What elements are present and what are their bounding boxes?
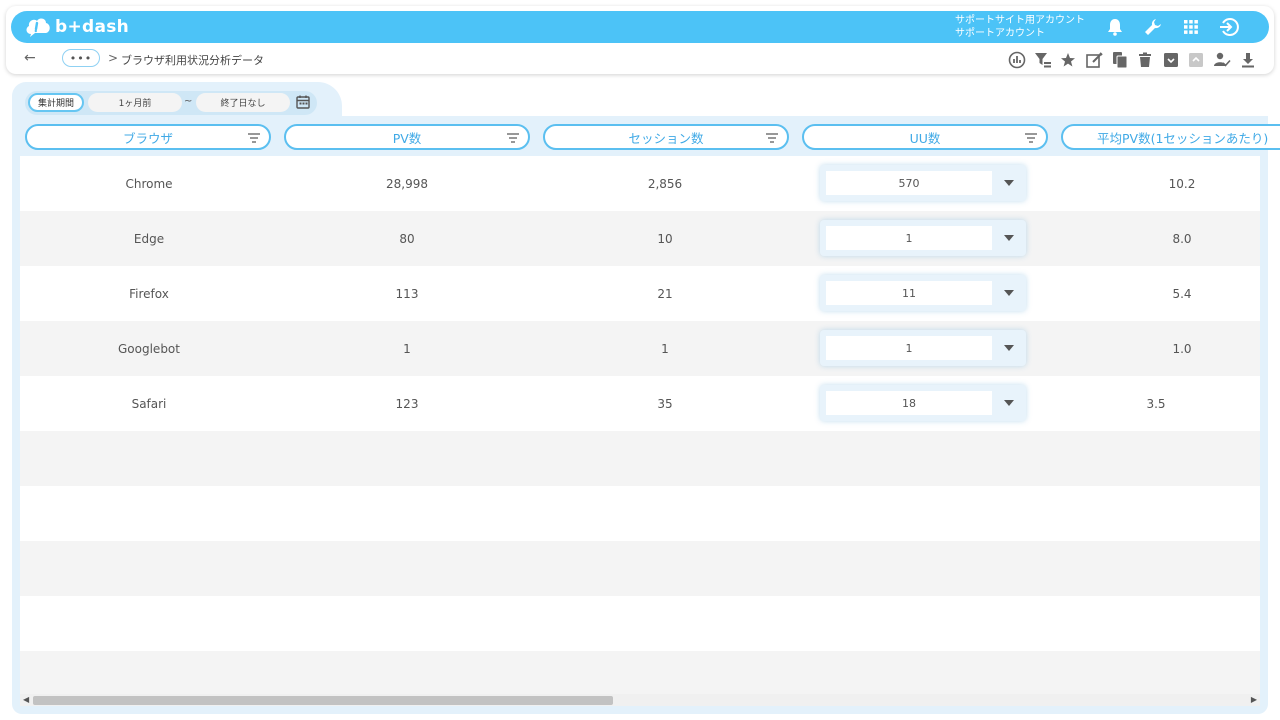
- filter-icon[interactable]: [1034, 51, 1052, 69]
- scroll-left-arrow-icon[interactable]: ◀: [23, 695, 29, 704]
- wrench-icon[interactable]: [1143, 17, 1163, 37]
- account-info[interactable]: サポートサイト用アカウント サポートアカウント: [955, 14, 1085, 40]
- scrollbar-thumb[interactable]: [33, 696, 613, 705]
- cell-sessions: 2,856: [647, 176, 683, 191]
- end-date-field[interactable]: 終了日なし: [196, 93, 290, 112]
- cell-pv: 123: [395, 396, 419, 411]
- cell-sessions: 35: [657, 396, 673, 411]
- account-line1: サポートサイト用アカウント: [955, 15, 1085, 26]
- empty-row: [20, 596, 1260, 651]
- cell-browser: Safari: [131, 396, 167, 411]
- page-title: ブラウザ利用状況分析データ: [121, 54, 264, 67]
- more-breadcrumb-button[interactable]: •••: [62, 49, 100, 67]
- scroll-right-arrow-icon[interactable]: ▶: [1251, 695, 1257, 704]
- cell-avg-pv: 5.4: [1172, 286, 1192, 301]
- top-bar: b+dash サポートサイト用アカウント サポートアカウント: [11, 11, 1269, 43]
- calendar-icon[interactable]: [295, 94, 311, 110]
- account-line2: サポートアカウント: [955, 28, 1045, 39]
- table-row: Safari 123 35 18 3.5: [20, 376, 1260, 431]
- column-filter-icon[interactable]: [247, 132, 261, 144]
- cell-browser: Firefox: [129, 286, 169, 301]
- table-row: Edge 80 10 1 8.0: [20, 211, 1260, 266]
- column-filter-icon[interactable]: [765, 132, 779, 144]
- breadcrumb-separator: >: [108, 51, 119, 65]
- cell-sessions: 10: [657, 231, 673, 246]
- column-header-avg-pv[interactable]: 平均PV数(1セッションあたり): [1061, 124, 1280, 150]
- chevron-down-icon[interactable]: [1003, 234, 1015, 242]
- archive-icon[interactable]: [1162, 51, 1180, 69]
- copy-icon[interactable]: [1111, 51, 1129, 69]
- download-icon[interactable]: [1239, 51, 1257, 69]
- cell-pv: 28,998: [386, 176, 428, 191]
- chevron-down-icon[interactable]: [1003, 344, 1015, 352]
- table-row: Chrome 28,998 2,856 570 10.2: [20, 156, 1260, 211]
- column-header-label: UU数: [909, 130, 941, 146]
- logo[interactable]: b+dash: [25, 16, 129, 38]
- cell-sessions: 21: [657, 286, 673, 301]
- uu-value[interactable]: 570: [826, 171, 992, 195]
- column-header-label: 平均PV数(1セッションあたり): [1097, 130, 1269, 146]
- column-header-label: PV数: [392, 130, 422, 146]
- cell-sessions: 1: [661, 341, 669, 356]
- uu-select[interactable]: 1: [820, 330, 1026, 366]
- horizontal-scrollbar[interactable]: ◀ ▶: [20, 694, 1260, 706]
- table-row: Googlebot 1 1 1 1.0: [20, 321, 1260, 376]
- breadcrumb-bar: ← ••• > ブラウザ利用状況分析データ: [6, 44, 1274, 74]
- cell-pv: 80: [399, 231, 415, 246]
- logo-cloud-icon: [26, 18, 50, 37]
- star-icon[interactable]: [1059, 51, 1077, 69]
- column-header-sessions[interactable]: セッション数: [543, 124, 789, 150]
- chevron-down-icon[interactable]: [1003, 289, 1015, 297]
- uu-select[interactable]: 11: [820, 275, 1026, 311]
- trash-icon[interactable]: [1136, 51, 1154, 69]
- uu-select[interactable]: 18: [820, 385, 1026, 421]
- logo-text: b+dash: [55, 17, 130, 37]
- chevron-down-icon[interactable]: [1003, 179, 1015, 187]
- approve-icon[interactable]: [1213, 51, 1231, 69]
- column-header-label: ブラウザ: [122, 130, 173, 146]
- cell-avg-pv: 1.0: [1172, 341, 1192, 356]
- column-header-pv[interactable]: PV数: [284, 124, 530, 150]
- unarchive-icon[interactable]: [1187, 51, 1205, 69]
- bell-icon[interactable]: [1105, 17, 1125, 37]
- cell-browser: Chrome: [125, 176, 173, 191]
- empty-row: [20, 486, 1260, 541]
- chart-icon[interactable]: [1008, 51, 1026, 69]
- start-date-field[interactable]: 1ヶ月前: [88, 93, 182, 112]
- cell-avg-pv: 3.5: [1146, 396, 1166, 411]
- period-tilde: ~: [184, 96, 193, 107]
- cell-browser: Googlebot: [118, 341, 180, 356]
- apps-grid-icon[interactable]: [1181, 17, 1201, 37]
- empty-row: [20, 651, 1260, 694]
- column-header-label: セッション数: [628, 130, 704, 146]
- logout-icon[interactable]: [1219, 17, 1239, 37]
- cell-avg-pv: 10.2: [1168, 176, 1196, 191]
- uu-value[interactable]: 1: [826, 226, 992, 250]
- cell-pv: 113: [395, 286, 419, 301]
- uu-value[interactable]: 1: [826, 336, 992, 360]
- column-filter-icon[interactable]: [506, 132, 520, 144]
- chevron-down-icon[interactable]: [1003, 399, 1015, 407]
- table-body: Chrome 28,998 2,856 570 10.2 Edge 80 10 …: [20, 156, 1260, 694]
- edit-icon[interactable]: [1085, 51, 1103, 69]
- uu-select[interactable]: 1: [820, 220, 1026, 256]
- cell-browser: Edge: [133, 231, 165, 246]
- column-header-uu[interactable]: UU数: [802, 124, 1048, 150]
- table-row: Firefox 113 21 11 5.4: [20, 266, 1260, 321]
- uu-value[interactable]: 18: [826, 391, 992, 415]
- empty-row: [20, 541, 1260, 596]
- column-header-browser[interactable]: ブラウザ: [25, 124, 271, 150]
- cell-pv: 1: [403, 341, 411, 356]
- uu-select[interactable]: 570: [820, 165, 1026, 201]
- empty-row: [20, 431, 1260, 486]
- cell-avg-pv: 8.0: [1172, 231, 1192, 246]
- period-label: 集計期間: [28, 93, 84, 112]
- column-filter-icon[interactable]: [1024, 132, 1038, 144]
- back-button[interactable]: ←: [24, 50, 36, 66]
- uu-value[interactable]: 11: [826, 281, 992, 305]
